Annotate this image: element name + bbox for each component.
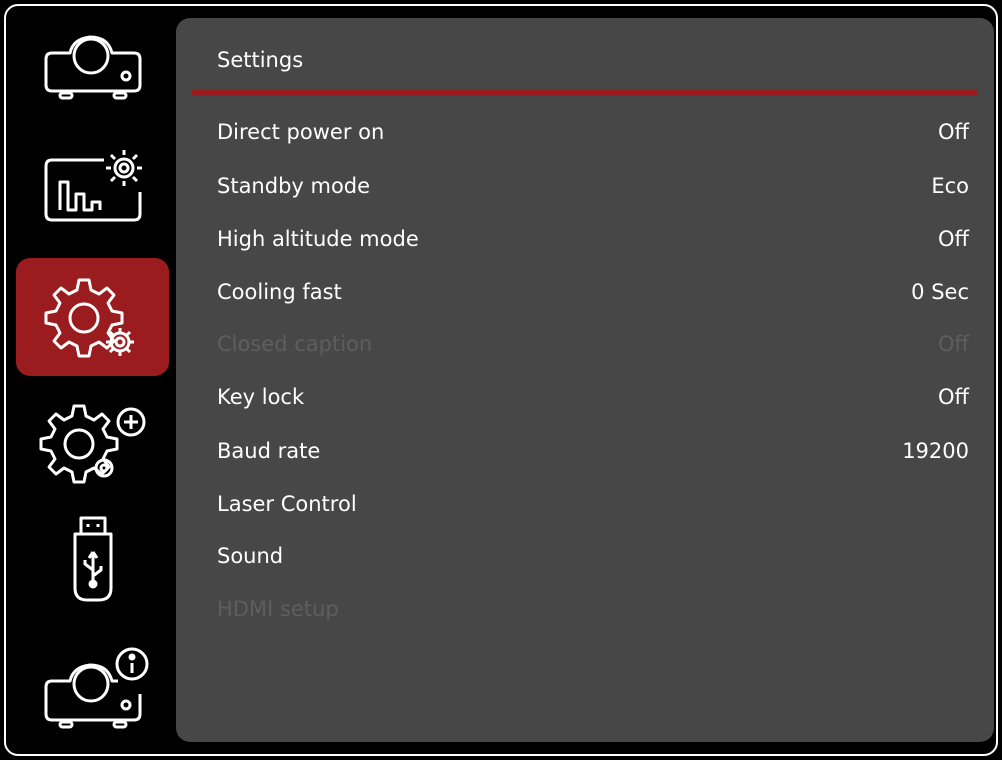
title-divider <box>192 89 978 96</box>
menu-row-baud-rate[interactable]: Baud rate 19200 <box>217 433 969 469</box>
menu-value: 19200 <box>902 439 969 463</box>
menu-value: Off <box>938 385 969 409</box>
menu-value: Off <box>938 120 969 144</box>
settings-panel: Settings Direct power on Off Standby mod… <box>176 18 994 742</box>
menu-row-sound[interactable]: Sound <box>217 538 969 574</box>
menu-row-direct-power-on[interactable]: Direct power on Off <box>217 114 969 150</box>
sidebar-item-projector[interactable] <box>16 10 169 128</box>
menu-value: 0 Sec <box>911 280 969 304</box>
menu-label: High altitude mode <box>217 227 419 251</box>
picture-settings-icon <box>44 150 142 222</box>
menu-row-hdmi-setup: HDMI setup <box>217 591 969 627</box>
menu-row-standby-mode[interactable]: Standby mode Eco <box>217 168 969 204</box>
settings-gear-icon <box>44 278 134 358</box>
usb-drive-icon <box>73 516 112 602</box>
menu-row-closed-caption: Closed caption Off <box>217 326 969 362</box>
menu-label: Sound <box>217 544 284 568</box>
sidebar-item-information[interactable] <box>16 630 169 748</box>
menu-row-key-lock[interactable]: Key lock Off <box>217 379 969 415</box>
menu-label: HDMI setup <box>217 597 339 621</box>
menu-label: Cooling fast <box>217 280 342 304</box>
menu-label: Key lock <box>217 385 305 409</box>
menu-value: Off <box>938 332 969 356</box>
page-title: Settings <box>217 48 304 72</box>
sidebar-item-advanced[interactable] <box>16 378 169 496</box>
menu-value: Eco <box>931 174 969 198</box>
sidebar-item-usb[interactable] <box>16 500 169 618</box>
menu-label: Laser Control <box>217 492 357 516</box>
menu-value: Off <box>938 227 969 251</box>
projector-icon <box>44 35 141 100</box>
menu-label: Direct power on <box>217 120 385 144</box>
menu-label: Standby mode <box>217 174 371 198</box>
advanced-settings-icon <box>39 404 145 484</box>
menu-row-laser-control[interactable]: Laser Control <box>217 486 969 522</box>
menu-label: Baud rate <box>217 439 321 463</box>
menu-row-cooling-fast[interactable]: Cooling fast 0 Sec <box>217 274 969 310</box>
sidebar-item-picture[interactable] <box>16 126 169 244</box>
menu-row-high-altitude-mode[interactable]: High altitude mode Off <box>217 221 969 257</box>
sidebar <box>0 0 172 760</box>
sidebar-item-settings[interactable] <box>16 258 169 376</box>
projector-info-icon <box>44 647 148 728</box>
menu-label: Closed caption <box>217 332 373 356</box>
